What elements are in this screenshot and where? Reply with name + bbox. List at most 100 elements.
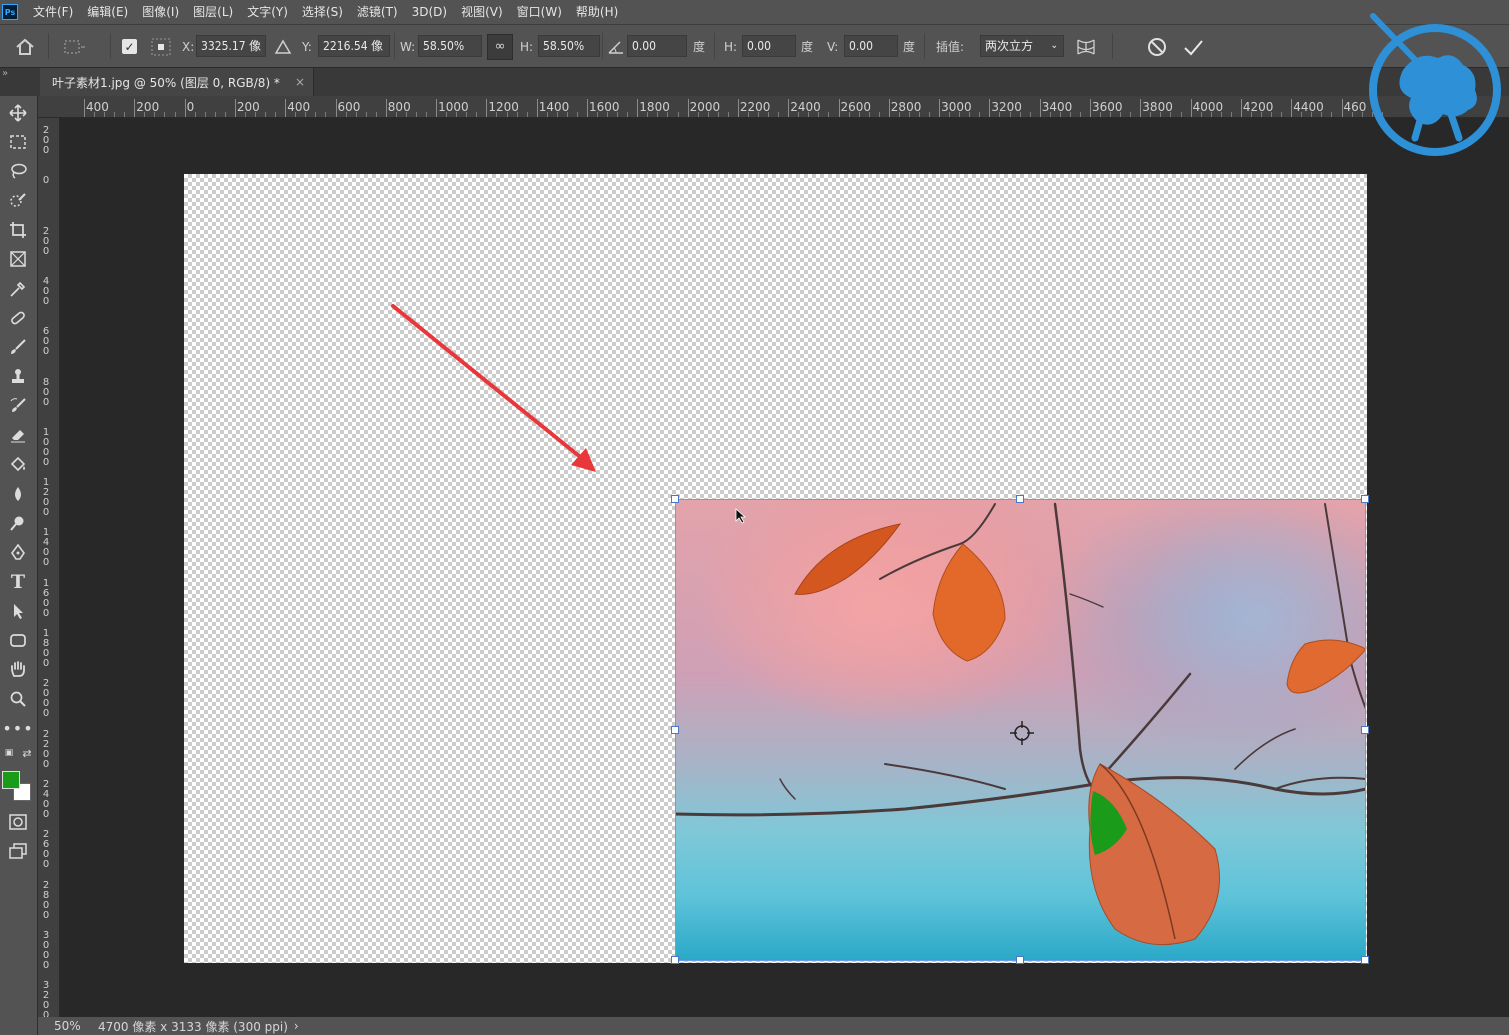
transform-handle-left[interactable] (671, 726, 679, 734)
zoom-tool-icon[interactable] (4, 686, 32, 712)
hand-tool-icon[interactable] (4, 656, 32, 682)
reference-point-grid-icon[interactable] (150, 25, 172, 68)
brush-tool-icon[interactable] (4, 334, 32, 360)
transform-handle-top[interactable] (1016, 495, 1024, 503)
rotate-angle-input[interactable]: 0.00 (627, 35, 687, 57)
transform-selection-icon[interactable] (62, 25, 86, 68)
transform-handle-right[interactable] (1361, 726, 1369, 734)
ruler-major-tick (1140, 99, 1142, 117)
menu-file[interactable]: 文件(F) (26, 0, 80, 24)
warp-mode-icon[interactable] (1074, 25, 1098, 68)
zoom-level[interactable]: 50% (38, 1019, 86, 1033)
transform-handle-top-right[interactable] (1361, 495, 1369, 503)
horizontal-skew-unit: 度 (801, 40, 814, 54)
document-tab-bar: » 叶子素材1.jpg @ 50% (图层 0, RGB/8) * × (0, 68, 1509, 96)
ruler-minor-tick (576, 112, 578, 117)
ruler-major-tick (486, 99, 488, 117)
ruler-label: 1400 (42, 527, 50, 569)
menu-select[interactable]: 选择(S) (295, 0, 350, 24)
x-position-input[interactable]: 3325.17 像 (196, 35, 266, 57)
ruler-major-tick (1341, 99, 1343, 117)
ruler-label: 200 (136, 100, 160, 114)
ruler-label: 600 (42, 326, 50, 358)
screen-mode-icon[interactable] (4, 838, 32, 864)
ruler-label: 2800 (890, 100, 922, 114)
history-brush-tool-icon[interactable] (4, 393, 32, 419)
close-tab-icon[interactable]: × (295, 75, 305, 89)
swap-colors-icon[interactable]: ⇄ (20, 746, 34, 760)
y-position-input[interactable]: 2216.54 像 (318, 35, 390, 57)
relative-position-icon[interactable] (274, 25, 292, 68)
status-menu-arrow-icon[interactable]: › (288, 1019, 299, 1033)
transform-handle-bottom[interactable] (1016, 956, 1024, 964)
marquee-tool-icon[interactable] (4, 129, 32, 155)
ruler-label: 1600 (589, 100, 620, 114)
lasso-tool-icon[interactable] (4, 158, 32, 184)
menu-type[interactable]: 文字(Y) (240, 0, 295, 24)
eyedropper-tool-icon[interactable] (4, 276, 32, 302)
ruler-minor-tick (204, 112, 206, 117)
move-tool-icon[interactable] (4, 100, 32, 126)
transform-handle-top-left[interactable] (671, 495, 679, 503)
ruler-label: 4200 (1242, 100, 1274, 114)
reference-point-crosshair-icon[interactable] (1009, 720, 1035, 746)
menu-bar: Ps 文件(F) 编辑(E) 图像(I) 图层(L) 文字(Y) 选择(S) 滤… (0, 0, 1509, 24)
ruler-label: 3200 (991, 100, 1022, 114)
ruler-label: 3000 (42, 929, 50, 971)
menu-layer[interactable]: 图层(L) (186, 0, 240, 24)
menu-window[interactable]: 窗口(W) (510, 0, 569, 24)
link-proportions-icon[interactable]: ∞ (487, 25, 513, 68)
healing-brush-tool-icon[interactable] (4, 305, 32, 331)
quick-selection-tool-icon[interactable] (4, 188, 32, 214)
menu-image[interactable]: 图像(I) (135, 0, 186, 24)
shape-tool-icon[interactable] (4, 627, 32, 653)
photoshop-logo-icon[interactable]: Ps (2, 4, 18, 20)
ruler-major-tick (1039, 99, 1041, 117)
photoshop-window: Ps 文件(F) 编辑(E) 图像(I) 图层(L) 文字(Y) 选择(S) 滤… (0, 0, 1509, 1035)
ruler-label: 0 (42, 175, 50, 187)
ruler-major-tick (1240, 99, 1242, 117)
paint-bucket-tool-icon[interactable] (4, 451, 32, 477)
ruler-major-tick (587, 99, 588, 117)
crop-tool-icon[interactable] (4, 217, 32, 243)
home-icon[interactable] (14, 25, 36, 68)
transform-handle-bottom-left[interactable] (671, 956, 679, 964)
reference-point-checkbox[interactable]: ✓ (122, 25, 137, 68)
menu-filter[interactable]: 滤镜(T) (350, 0, 405, 24)
more-tools-icon[interactable]: ••• (2, 715, 32, 741)
eraser-tool-icon[interactable] (4, 422, 32, 448)
menu-3d[interactable]: 3D(D) (405, 0, 454, 24)
horizontal-skew-input[interactable]: 0.00 (742, 35, 796, 57)
interpolation-select[interactable]: 两次立方 ⌄ (980, 35, 1064, 57)
menu-edit[interactable]: 编辑(E) (80, 0, 135, 24)
type-tool-icon[interactable]: T (4, 569, 32, 595)
transform-handle-bottom-right[interactable] (1361, 956, 1369, 964)
menu-help[interactable]: 帮助(H) (569, 0, 625, 24)
knight-watermark-logo (1363, 10, 1505, 162)
ruler-minor-tick (627, 112, 629, 117)
tools-panel: T ••• ▣ ⇄ (0, 96, 38, 1035)
ruler-major-tick (939, 99, 941, 117)
menu-view[interactable]: 视图(V) (454, 0, 510, 24)
quick-mask-icon[interactable] (4, 809, 32, 835)
document-info[interactable]: 4700 像素 x 3133 像素 (300 ppi) (86, 1018, 288, 1035)
commit-transform-icon[interactable] (1182, 25, 1204, 68)
ruler-major-tick (84, 99, 85, 117)
pen-tool-icon[interactable] (4, 539, 32, 565)
height-input[interactable]: 58.50% (538, 35, 600, 57)
document-tab[interactable]: 叶子素材1.jpg @ 50% (图层 0, RGB/8) * × (40, 68, 314, 96)
foreground-color-swatch[interactable] (2, 771, 20, 789)
ruler-minor-tick (778, 112, 780, 117)
w-label: W: (400, 39, 416, 54)
blur-tool-icon[interactable] (4, 481, 32, 507)
cancel-transform-icon[interactable] (1146, 25, 1168, 68)
vertical-skew-input[interactable]: 0.00 (844, 35, 898, 57)
clone-stamp-tool-icon[interactable] (4, 364, 32, 390)
path-selection-tool-icon[interactable] (4, 598, 32, 624)
horizontal-skew-label: H: (724, 39, 738, 54)
frame-tool-icon[interactable] (4, 246, 32, 272)
collapse-panel-icon[interactable]: » (2, 68, 8, 79)
default-colors-icon[interactable]: ▣ (2, 746, 16, 760)
width-input[interactable]: 58.50% (418, 35, 482, 57)
dodge-tool-icon[interactable] (4, 510, 32, 536)
